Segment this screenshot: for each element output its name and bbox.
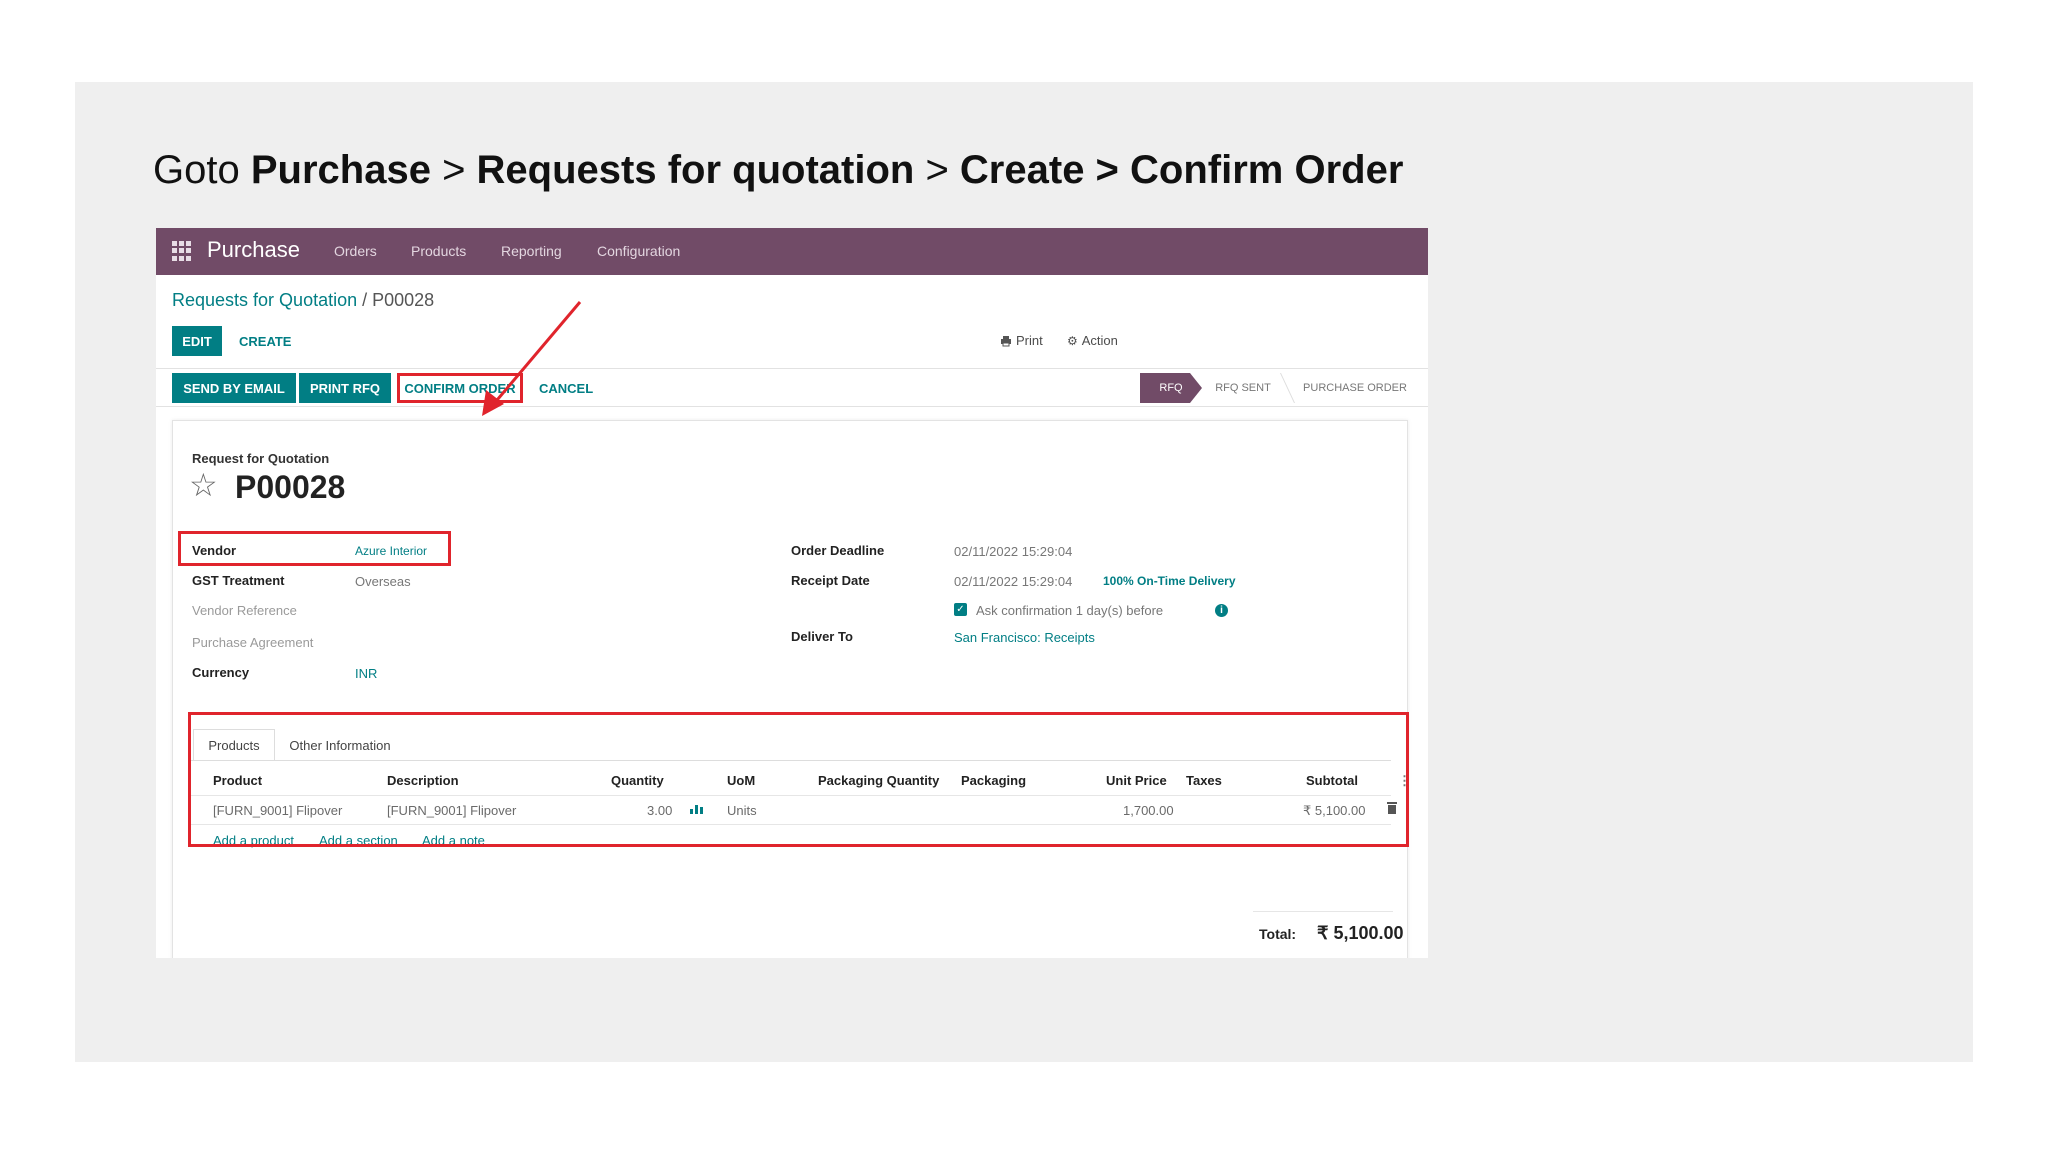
total-value: ₹ 5,100.00: [1317, 923, 1404, 943]
heading-purchase: Purchase: [250, 148, 431, 192]
print-label: Print: [1016, 333, 1043, 348]
arrow-pointer: [482, 301, 582, 416]
app-brand[interactable]: Purchase: [207, 237, 300, 263]
info-icon[interactable]: i: [1215, 604, 1228, 617]
action-label: Action: [1081, 333, 1118, 348]
grid-icon[interactable]: [172, 241, 192, 261]
document-kind: Request for Quotation: [192, 451, 330, 466]
heading-prefix: Goto: [153, 148, 251, 192]
heading-confirm: Confirm Order: [1130, 148, 1404, 192]
breadcrumb-parent[interactable]: Requests for Quotation: [172, 290, 357, 310]
vendor-highlight: [178, 531, 451, 566]
nav-item-reporting[interactable]: Reporting: [501, 243, 562, 259]
products-highlight: [188, 712, 1409, 847]
print-rfq-button[interactable]: PRINT RFQ: [299, 373, 391, 403]
total-divider: [1253, 911, 1393, 912]
document-name: P00028: [235, 469, 346, 505]
status-step-rfq-sent[interactable]: RFQ SENT: [1202, 373, 1284, 403]
star-icon[interactable]: ☆: [189, 469, 218, 501]
deliver-to-label: Deliver To: [791, 629, 853, 644]
print-dropdown[interactable]: Print: [1000, 333, 1043, 348]
status-step-rfq[interactable]: RFQ: [1140, 373, 1202, 403]
currency-field[interactable]: INR: [355, 666, 377, 681]
receipt-date-label: Receipt Date: [791, 573, 870, 588]
app-screenshot: Purchase Orders Products Reporting Confi…: [156, 228, 1428, 958]
receipt-date-field[interactable]: 02/11/2022 15:29:04: [954, 574, 1072, 589]
header-top-divider: [156, 368, 1428, 369]
nav-item-orders[interactable]: Orders: [334, 243, 377, 259]
breadcrumb-current: P00028: [372, 290, 435, 310]
top-navbar: Purchase Orders Products Reporting Confi…: [156, 228, 1428, 275]
heading-rfq: Requests for quotation: [476, 148, 915, 192]
total-label: Total:: [1259, 926, 1297, 942]
deliver-to-field[interactable]: San Francisco: Receipts: [954, 630, 1095, 645]
heading-sep: >: [914, 148, 960, 192]
heading-sep: >: [430, 148, 477, 192]
header-bottom-divider: [156, 406, 1428, 407]
slide-heading: Goto Purchase > Requests for quotation >…: [153, 148, 1403, 193]
breadcrumb: Requests for Quotation / P00028: [172, 290, 434, 311]
ask-confirmation-label: Ask confirmation 1 day(s) before: [976, 603, 1164, 618]
nav-item-products[interactable]: Products: [411, 243, 466, 259]
gst-treatment-field[interactable]: Overseas: [355, 574, 411, 589]
gst-treatment-label: GST Treatment: [192, 573, 285, 588]
purchase-agreement-label: Purchase Agreement: [192, 635, 314, 650]
heading-create: Create: [959, 148, 1085, 192]
ask-confirmation-checkbox[interactable]: ✓: [954, 603, 967, 616]
edit-button[interactable]: EDIT: [172, 326, 222, 356]
nav-item-configuration[interactable]: Configuration: [597, 243, 680, 259]
order-deadline-field[interactable]: 02/11/2022 15:29:04: [954, 544, 1072, 559]
heading-sep: >: [1084, 148, 1131, 192]
form-sheet: Request for Quotation ☆ P00028 Vendor Az…: [172, 420, 1411, 958]
send-by-email-button[interactable]: SEND BY EMAIL: [172, 373, 296, 403]
action-dropdown[interactable]: ⚙ Action: [1067, 333, 1118, 348]
create-button[interactable]: CREATE: [239, 326, 291, 356]
printer-icon: [1001, 335, 1011, 346]
breadcrumb-separator: /: [357, 290, 373, 310]
vendor-reference-label: Vendor Reference: [192, 603, 297, 618]
gear-icon: ⚙: [1067, 333, 1078, 348]
currency-label: Currency: [192, 665, 250, 680]
on-time-delivery[interactable]: 100% On-Time Delivery: [1103, 574, 1236, 588]
order-deadline-label: Order Deadline: [791, 543, 885, 558]
status-step-purchase-order[interactable]: PURCHASE ORDER: [1290, 373, 1420, 403]
